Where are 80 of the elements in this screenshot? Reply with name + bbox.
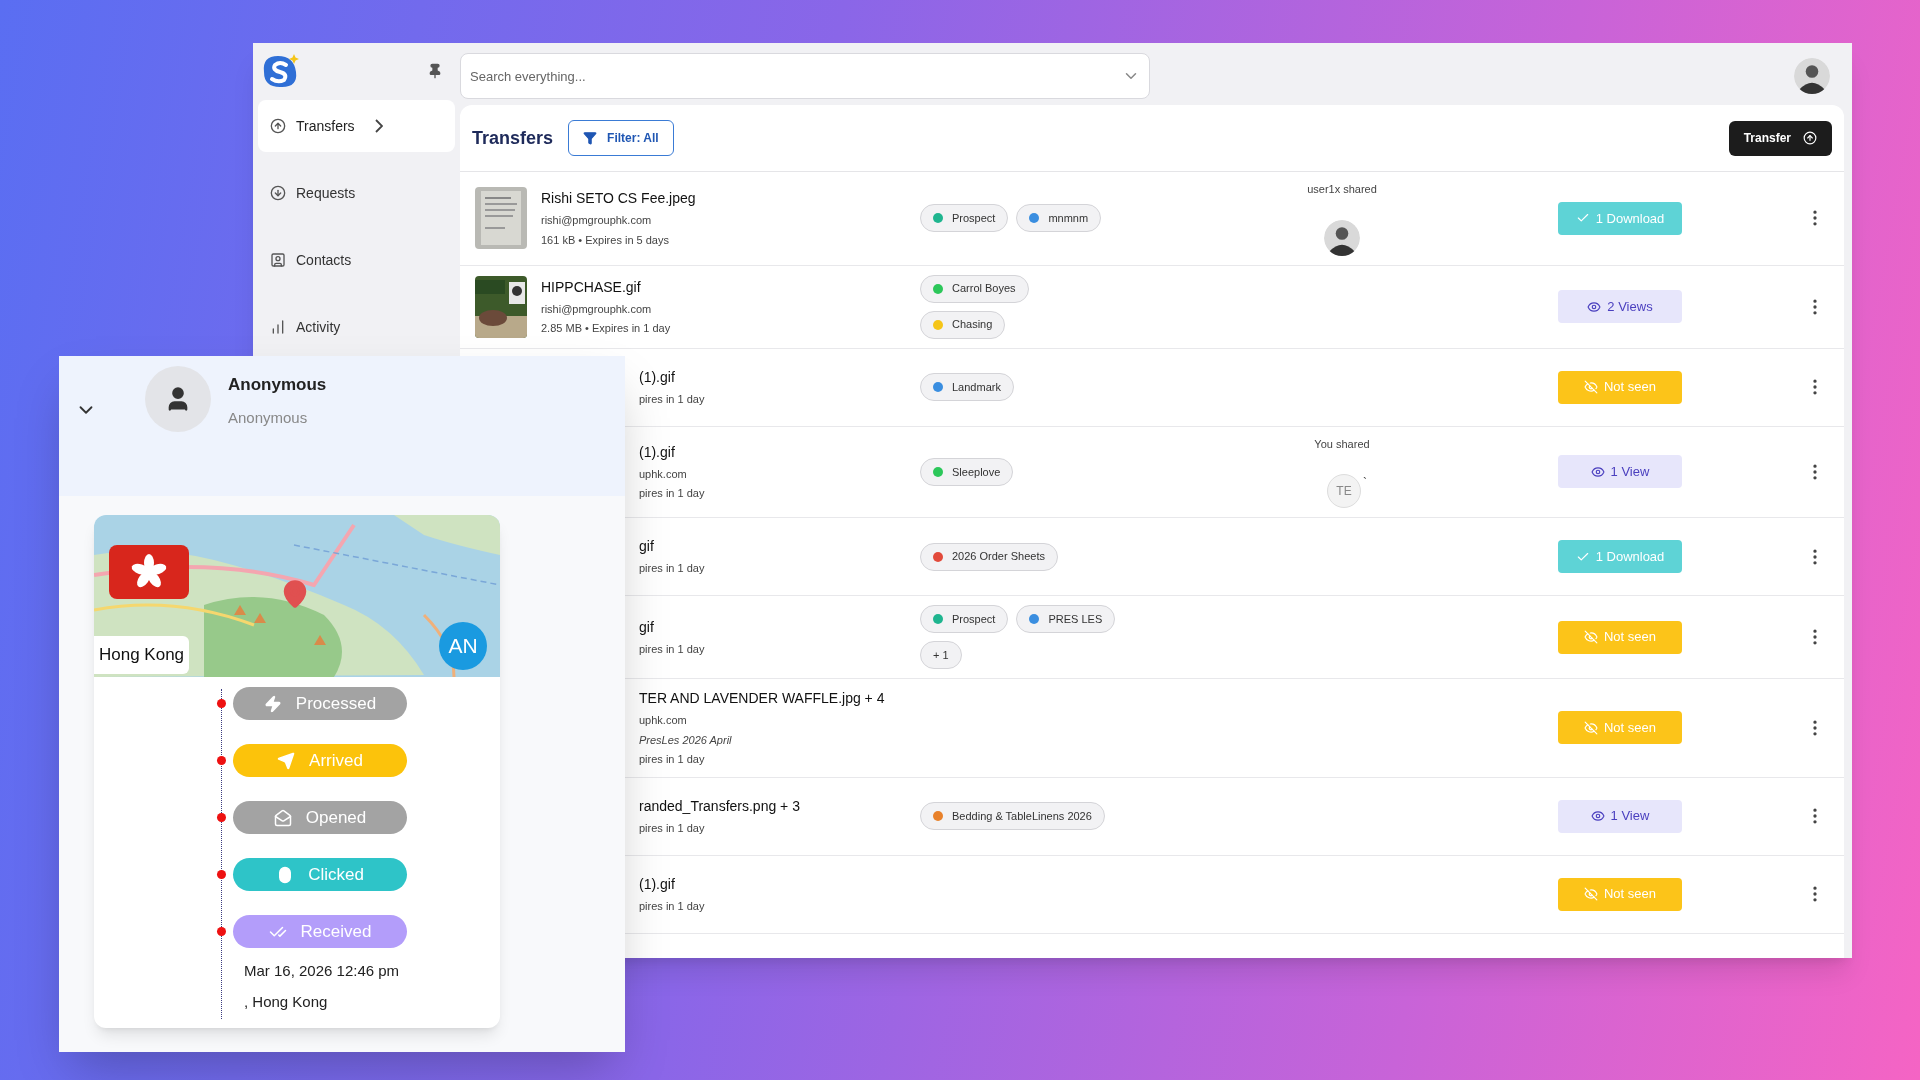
file-name[interactable]: gif bbox=[639, 616, 705, 638]
contact-name: Anonymous bbox=[228, 374, 327, 396]
file-name[interactable]: Rishi SETO CS Fee.jpeg bbox=[541, 188, 696, 210]
tag[interactable]: Prospect bbox=[920, 204, 1009, 233]
tag[interactable]: mnmnm bbox=[1016, 204, 1102, 233]
eye-off-icon bbox=[1583, 630, 1598, 644]
sender-email: rishi@pmgrouphk.com bbox=[541, 213, 653, 229]
file-meta: pires in 1 day bbox=[639, 391, 705, 407]
sender-email: uphk.com bbox=[639, 713, 688, 728]
tag[interactable]: Bedding & TableLinens 2026 bbox=[920, 802, 1105, 830]
event-timestamp: Mar 16, 2026 12:46 pm bbox=[244, 961, 401, 981]
eye-off-icon bbox=[1583, 380, 1598, 394]
search-field[interactable]: Search everything... bbox=[460, 53, 1150, 99]
file-name[interactable]: gif bbox=[639, 536, 705, 558]
views-status-button[interactable]: 1 View bbox=[1558, 455, 1682, 489]
page-title: Transfers bbox=[472, 126, 554, 150]
tag[interactable]: Landmark bbox=[920, 373, 1014, 401]
event-pill: Opened bbox=[233, 801, 407, 834]
sharer-avatar bbox=[1324, 219, 1360, 256]
sidebar-item[interactable]: Transfers bbox=[258, 100, 455, 152]
chevron-right-icon bbox=[374, 119, 383, 133]
file-meta: pires in 1 day bbox=[639, 898, 705, 914]
tag[interactable]: Carrol Boyes bbox=[920, 274, 1029, 303]
tag[interactable]: Sleeplove bbox=[920, 457, 1014, 486]
file-meta: pires in 1 day bbox=[639, 561, 705, 577]
file-meta: pires in 1 day bbox=[639, 641, 705, 657]
sender-email: rishi@pmgrouphk.com bbox=[541, 301, 653, 317]
shared-label: user1x shared bbox=[1307, 182, 1377, 197]
eye-off-icon bbox=[1583, 720, 1598, 735]
eye-icon bbox=[1590, 809, 1605, 823]
sidebar-item[interactable]: Requests bbox=[258, 167, 455, 219]
nav-icon bbox=[270, 185, 286, 201]
eye-icon bbox=[1590, 464, 1605, 479]
file-meta: pires in 1 day bbox=[639, 486, 705, 502]
sidebar-item[interactable]: Contacts bbox=[258, 234, 455, 286]
file-name[interactable]: TER AND LAVENDER WAFFLE.jpg + 4 bbox=[639, 688, 885, 709]
file-name[interactable]: randed_Transfers.png + 3 bbox=[639, 795, 800, 817]
tag[interactable]: Prospect bbox=[920, 605, 1009, 633]
paper-plane-icon bbox=[277, 751, 296, 770]
file-meta: 161 kB • Expires in 5 days bbox=[541, 232, 670, 248]
tag[interactable]: 2026 Order Sheets bbox=[920, 542, 1058, 571]
file-name[interactable]: (1).gif bbox=[639, 873, 705, 895]
filter-icon bbox=[583, 131, 598, 145]
views-status-button[interactable]: 2 Views bbox=[1558, 290, 1682, 323]
event-place: , Hong Kong bbox=[244, 991, 329, 1012]
event-pill: Received bbox=[233, 915, 407, 948]
views-status-button[interactable]: 1 View bbox=[1558, 799, 1682, 833]
transfer-button[interactable]: Transfer bbox=[1728, 120, 1832, 156]
sharer-avatar: TE bbox=[1327, 474, 1361, 508]
upload-icon bbox=[1803, 131, 1817, 145]
event-pill: Arrived bbox=[233, 744, 407, 777]
tag[interactable]: PRES LES bbox=[1016, 605, 1116, 633]
tag[interactable]: Chasing bbox=[920, 310, 1006, 339]
event-pill: Clicked bbox=[233, 858, 407, 891]
tag[interactable]: + 1 bbox=[920, 641, 962, 669]
flag-icon bbox=[109, 545, 189, 599]
file-name[interactable]: (1).gif bbox=[639, 441, 705, 463]
file-name[interactable]: (1).gif bbox=[639, 366, 705, 388]
file-meta: 2.85 MB • Expires in 1 day bbox=[541, 321, 671, 336]
transfer-note: PresLes 2026 April bbox=[639, 732, 733, 748]
bolt-icon bbox=[263, 694, 282, 713]
eye-off-icon bbox=[1583, 887, 1598, 901]
nav-icon bbox=[270, 319, 286, 335]
pin-icon[interactable] bbox=[427, 63, 443, 79]
location-label: Hong Kong bbox=[94, 636, 190, 674]
sender-email: uphk.com bbox=[639, 466, 688, 482]
event-pill: Processed bbox=[233, 687, 407, 720]
shared-label: You shared bbox=[1314, 436, 1370, 452]
filter-button[interactable]: Filter: All bbox=[568, 120, 674, 156]
trailing-mark: ` bbox=[1363, 475, 1367, 492]
nav-icon bbox=[270, 252, 286, 268]
user-avatar bbox=[1794, 58, 1830, 94]
file-name[interactable]: HIPPCHASE.gif bbox=[541, 276, 671, 298]
contact-subtitle: Anonymous bbox=[228, 407, 309, 428]
sidebar-item[interactable]: Activity bbox=[258, 301, 455, 353]
eye-icon bbox=[1587, 299, 1602, 314]
envelope-icon bbox=[273, 808, 292, 827]
file-meta: pires in 1 day bbox=[639, 820, 706, 836]
file-meta: pires in 1 day bbox=[639, 752, 706, 767]
nav-icon bbox=[270, 118, 286, 134]
